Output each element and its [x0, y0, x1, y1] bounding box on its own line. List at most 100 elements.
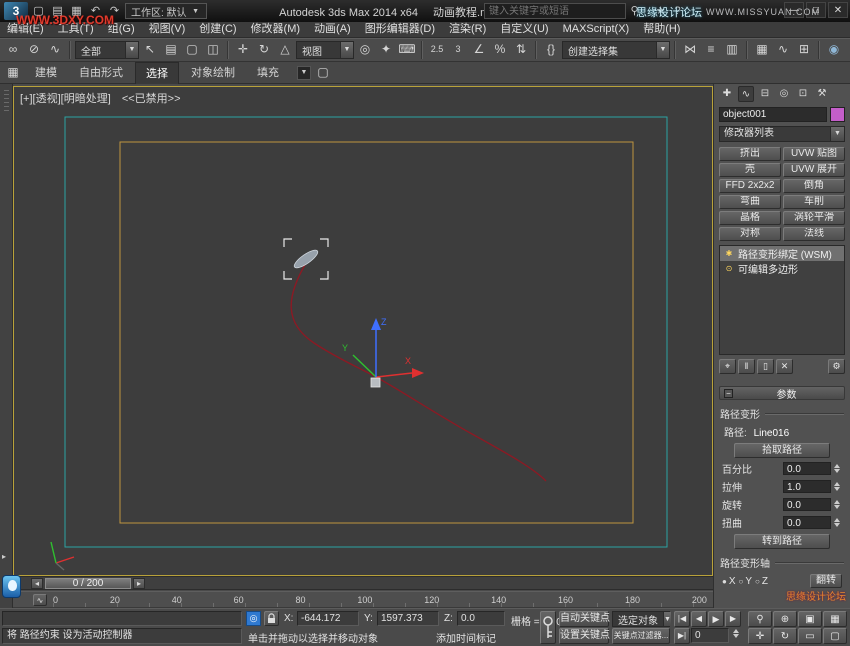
- percent-snap-icon[interactable]: %: [490, 40, 510, 60]
- next-frame-arrow-icon[interactable]: ▸: [133, 578, 145, 589]
- zoom-all-icon[interactable]: ⊕: [773, 611, 797, 627]
- modifier-button-ffd[interactable]: FFD 2x2x2: [719, 179, 781, 193]
- modifier-button-unwrap-uvw[interactable]: UVW 展开: [783, 163, 845, 177]
- configure-modifier-sets-icon[interactable]: ⚙: [828, 358, 845, 374]
- modifier-button-normal[interactable]: 法线: [783, 227, 845, 241]
- lightbulb-icon[interactable]: ⊙: [724, 264, 734, 273]
- perspective-viewport[interactable]: [+][透视][明暗处理] <<已禁用>> X Y Z: [13, 86, 713, 576]
- make-unique-icon[interactable]: ▯: [757, 358, 774, 374]
- modifier-list-dropdown[interactable]: 修改器列表 ▼: [719, 126, 845, 142]
- key-mode-dropdown[interactable]: 选定对象 ▼: [612, 611, 671, 627]
- toolbar-grip[interactable]: [3, 90, 9, 112]
- stack-item-editable-poly[interactable]: ⊙ 可编辑多边形: [720, 261, 844, 276]
- viewport-canvas[interactable]: X Y Z: [14, 87, 712, 575]
- menu-create[interactable]: 创建(C): [192, 22, 243, 37]
- zoom-icon[interactable]: ⚲: [748, 611, 772, 627]
- material-editor-icon[interactable]: ◉: [824, 40, 844, 60]
- minimize-button[interactable]: —: [784, 2, 804, 18]
- remove-modifier-icon[interactable]: ✕: [776, 358, 793, 374]
- ribbon-tab-populate[interactable]: 填充: [247, 62, 289, 83]
- orbit-icon[interactable]: ↻: [773, 628, 797, 644]
- next-frame-icon[interactable]: ▶: [725, 611, 741, 627]
- collapse-icon[interactable]: −: [724, 388, 733, 398]
- menu-maxscript[interactable]: MAXScript(X): [556, 22, 637, 37]
- pick-path-button[interactable]: 拾取路径: [734, 443, 830, 458]
- gizmo-z-arrow[interactable]: [371, 318, 381, 330]
- close-button[interactable]: ✕: [828, 2, 848, 18]
- menu-help[interactable]: 帮助(H): [636, 22, 687, 37]
- spinner-snap-icon[interactable]: ⇅: [511, 40, 531, 60]
- unlink-selection-icon[interactable]: ⊘: [24, 40, 44, 60]
- selection-filter-dropdown[interactable]: 全部 ▼: [75, 41, 139, 59]
- menu-tools[interactable]: 工具(T): [51, 22, 101, 37]
- tab-hierarchy-icon[interactable]: ⊟: [757, 86, 773, 102]
- gizmo-center-handle[interactable]: [370, 377, 381, 388]
- modifier-button-extrude[interactable]: 挤出: [719, 147, 781, 161]
- open-file-icon[interactable]: ▤: [49, 3, 66, 20]
- spinner-arrows[interactable]: [832, 481, 842, 492]
- schematic-view-icon[interactable]: ⊞: [794, 40, 814, 60]
- tab-motion-icon[interactable]: ◎: [776, 86, 792, 102]
- modifier-button-chamfer[interactable]: 倒角: [783, 179, 845, 193]
- use-pivot-center-icon[interactable]: ◎: [355, 40, 375, 60]
- axis-x-radio[interactable]: ● X: [722, 576, 736, 587]
- axis-y-radio[interactable]: ○ Y: [739, 576, 753, 587]
- object-color-swatch[interactable]: [830, 107, 845, 122]
- zoom-region-icon[interactable]: ▭: [798, 628, 822, 644]
- menu-graph-editors[interactable]: 图形编辑器(D): [358, 22, 442, 37]
- gizmo-y-axis[interactable]: [352, 354, 377, 378]
- frame-spinner-arrows[interactable]: [731, 628, 741, 639]
- select-by-name-icon[interactable]: ▤: [161, 40, 181, 60]
- stack-item-path-deform[interactable]: ✱ 路径变形绑定 (WSM): [720, 246, 844, 261]
- spinner-arrows[interactable]: [832, 463, 842, 474]
- viewport-label-menus[interactable]: [+][透视][明暗处理]: [20, 93, 111, 105]
- lock-selection-icon[interactable]: [264, 611, 279, 626]
- tab-utilities-icon[interactable]: ⚒: [814, 86, 830, 102]
- expand-arrow-icon[interactable]: ▸: [2, 552, 6, 561]
- goto-end-icon[interactable]: ▶|: [674, 628, 690, 644]
- tab-create-icon[interactable]: ✚: [719, 86, 735, 102]
- x-coord-field[interactable]: -644.172: [297, 611, 359, 626]
- maximize-viewport-toggle-icon[interactable]: ▢: [823, 628, 847, 644]
- axis-z-radio[interactable]: ○ Z: [755, 576, 768, 587]
- menu-customize[interactable]: 自定义(U): [493, 22, 555, 37]
- select-and-link-icon[interactable]: ∞: [3, 40, 23, 60]
- snap-toggle-25-icon[interactable]: 2.5: [427, 40, 447, 60]
- isolate-selection-toggle-icon[interactable]: ◎: [246, 611, 261, 626]
- modifier-button-turbosmooth[interactable]: 涡轮平滑: [783, 211, 845, 225]
- menu-rendering[interactable]: 渲染(R): [442, 22, 493, 37]
- selection-region-icon[interactable]: ▢: [182, 40, 202, 60]
- select-and-move-icon[interactable]: ✛: [233, 40, 253, 60]
- parameters-rollout-header[interactable]: − 参数: [719, 386, 845, 401]
- select-and-manipulate-icon[interactable]: ✦: [376, 40, 396, 60]
- help-icon[interactable]: ?: [669, 3, 686, 20]
- window-crossing-icon[interactable]: ◫: [203, 40, 223, 60]
- play-animation-icon[interactable]: ▶: [708, 611, 724, 627]
- key-filters-button[interactable]: 关键点过滤器...: [612, 628, 670, 644]
- y-coord-field[interactable]: 1597.373: [377, 611, 439, 626]
- time-slider-track[interactable]: ◂ 0 / 200 ▸: [13, 576, 713, 590]
- gizmo-x-axis[interactable]: [375, 372, 413, 378]
- previous-frame-arrow-icon[interactable]: ◂: [31, 578, 43, 589]
- percent-value-field[interactable]: 0.0: [783, 462, 831, 475]
- flip-button[interactable]: 翻转: [810, 574, 842, 588]
- angle-snap-icon[interactable]: ∠: [469, 40, 489, 60]
- stretch-value-field[interactable]: 1.0: [783, 480, 831, 493]
- search-icon[interactable]: ⚲: [626, 3, 643, 19]
- modifier-button-uvw-map[interactable]: UVW 贴图: [783, 147, 845, 161]
- ribbon-tab-selection[interactable]: 选择: [135, 61, 179, 84]
- goto-start-icon[interactable]: |◀: [674, 611, 690, 627]
- set-key-button[interactable]: 设置关键点: [559, 628, 610, 644]
- keyboard-override-icon[interactable]: ⌨: [397, 40, 417, 60]
- spinner-arrows[interactable]: [832, 517, 842, 528]
- ribbon-show-hide-icon[interactable]: ▦: [3, 64, 23, 82]
- application-menu-button[interactable]: 3: [4, 2, 28, 20]
- object-name-field[interactable]: object001: [719, 107, 827, 122]
- edit-named-selection-sets-icon[interactable]: {}: [541, 40, 561, 60]
- time-slider-handle[interactable]: 0 / 200: [45, 578, 131, 589]
- mirror-icon[interactable]: ⋈: [680, 40, 700, 60]
- transform-gizmo[interactable]: X Y Z: [342, 317, 424, 388]
- auto-key-button[interactable]: 自动关键点: [559, 611, 610, 627]
- menu-group[interactable]: 组(G): [101, 22, 142, 37]
- twist-value-field[interactable]: 0.0: [783, 516, 831, 529]
